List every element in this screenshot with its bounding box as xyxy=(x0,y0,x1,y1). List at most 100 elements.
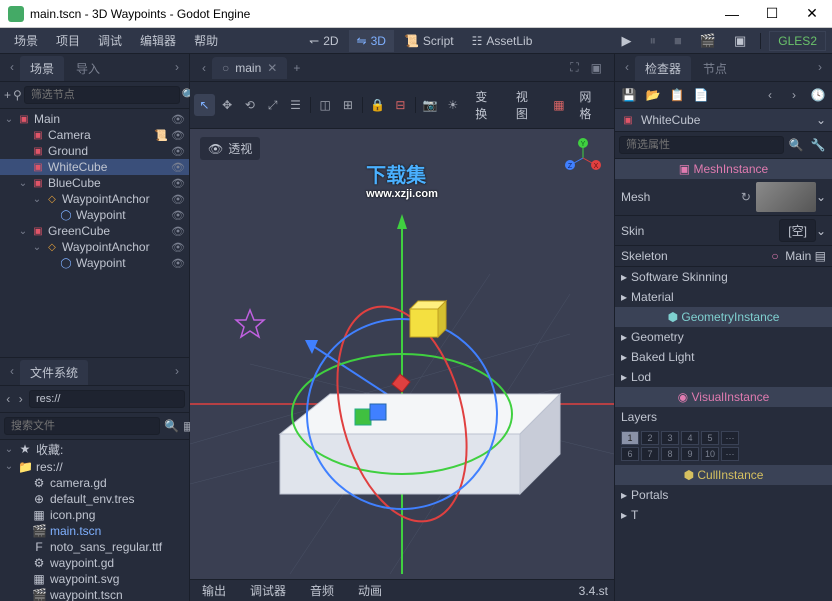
tab-output[interactable]: 输出 xyxy=(196,580,232,601)
tree-node-ground[interactable]: ▣Ground👁 xyxy=(0,143,189,159)
tree-node-waypointanchor[interactable]: ⌄◇WaypointAnchor👁 xyxy=(0,191,189,207)
stop-button[interactable]: ■ xyxy=(668,29,688,52)
scale-tool-icon[interactable]: ⤢ xyxy=(262,94,283,116)
fs-path-input[interactable] xyxy=(29,390,185,408)
mode-2d[interactable]: ↽ 2D xyxy=(301,30,346,52)
fs-item[interactable]: ⊕default_env.tres xyxy=(0,491,189,507)
tab-animation[interactable]: 动画 xyxy=(352,580,388,601)
tab-filesystem[interactable]: 文件系统 xyxy=(20,360,88,385)
play-custom-button[interactable]: ▣ xyxy=(728,29,752,53)
insp-history-icon[interactable]: 🕓 xyxy=(808,85,828,105)
prop-material[interactable]: ▸Material xyxy=(615,287,832,307)
tree-node-bluecube[interactable]: ⌄▣BlueCube👁 xyxy=(0,175,189,191)
tab-node[interactable]: 节点 xyxy=(693,56,737,81)
prop-lod[interactable]: ▸Lod xyxy=(615,367,832,387)
fs-item[interactable]: ⚙waypoint.gd xyxy=(0,555,189,571)
scene-tab-main[interactable]: ○ main ✕ xyxy=(212,57,287,79)
insp-history-fwd[interactable]: › xyxy=(784,85,804,105)
expand-viewport-icon[interactable]: ⛶ xyxy=(564,56,584,79)
sun-icon[interactable]: ☀ xyxy=(442,94,463,116)
group-icon[interactable]: ⊟ xyxy=(390,94,411,116)
layer-cell[interactable]: 6 xyxy=(621,447,639,461)
menu-editor[interactable]: 编辑器 xyxy=(132,28,184,53)
tab-debugger[interactable]: 调试器 xyxy=(244,580,292,601)
window-maximize-button[interactable] xyxy=(752,0,792,28)
pause-button[interactable]: ⏸ xyxy=(643,29,662,53)
grid-label[interactable]: 网格 xyxy=(571,85,610,125)
insp-copy-icon[interactable]: 📋 xyxy=(667,85,687,105)
prop-skeleton-value[interactable]: Main xyxy=(785,249,811,263)
fs-search-input[interactable] xyxy=(4,417,160,435)
layer-cell[interactable]: 7 xyxy=(641,447,659,461)
menu-debug[interactable]: 调试 xyxy=(90,28,130,53)
layer-cell[interactable]: 3 xyxy=(661,431,679,445)
fs-item[interactable]: ▦icon.png xyxy=(0,507,189,523)
fs-item[interactable]: ▦waypoint.svg xyxy=(0,571,189,587)
fs-fwd-button[interactable]: › xyxy=(17,389,26,409)
layers-grid[interactable]: 12345⋯678910⋯ xyxy=(615,427,832,465)
tree-node-waypoint[interactable]: ◯Waypoint👁 xyxy=(0,255,189,271)
menu-project[interactable]: 项目 xyxy=(48,28,88,53)
prop-t[interactable]: ▸T xyxy=(615,505,832,525)
fs-item[interactable]: ⌄★收藏: xyxy=(0,440,189,459)
dock-left-next[interactable]: › xyxy=(169,56,185,81)
layer-cell[interactable]: 9 xyxy=(681,447,699,461)
menu-help[interactable]: 帮助 xyxy=(186,28,226,53)
play-scene-button[interactable]: 🎬 xyxy=(694,29,722,53)
chevron-down-icon[interactable]: ⌄ xyxy=(816,113,826,127)
chevron-down-icon[interactable]: ⌄ xyxy=(816,190,826,204)
tab-import[interactable]: 导入 xyxy=(66,56,110,81)
filesystem-tree[interactable]: ⌄★收藏:⌄📁res:// ⚙camera.gd ⊕default_env.tr… xyxy=(0,440,189,601)
insp-tools-icon[interactable]: 🔧 xyxy=(808,135,828,155)
scene-tab-prev[interactable]: ‹ xyxy=(196,57,212,79)
tree-node-waypointanchor[interactable]: ⌄◇WaypointAnchor👁 xyxy=(0,239,189,255)
lock-icon[interactable]: 🔒 xyxy=(367,94,388,116)
fs-item[interactable]: 🎬waypoint.tscn xyxy=(0,587,189,601)
play-button[interactable]: ▶ xyxy=(615,29,637,53)
dock-left-prev[interactable]: ‹ xyxy=(4,56,20,81)
prop-software-skinning[interactable]: ▸Software Skinning xyxy=(615,267,832,287)
snap-icon[interactable]: ⊞ xyxy=(338,94,359,116)
renderer-selector[interactable]: GLES2 xyxy=(769,31,826,51)
mesh-preview[interactable] xyxy=(756,182,816,212)
insp-history-back[interactable]: ‹ xyxy=(760,85,780,105)
insp-save-icon[interactable]: 💾 xyxy=(619,85,639,105)
revert-icon[interactable]: ↻ xyxy=(736,187,756,207)
list-tool-icon[interactable]: ☰ xyxy=(285,94,306,116)
dock-right-next[interactable]: › xyxy=(812,56,828,81)
fs-next[interactable]: › xyxy=(169,360,185,385)
layer-cell[interactable]: 10 xyxy=(701,447,719,461)
axis-gizmo[interactable]: Y Z X xyxy=(562,137,604,179)
tree-node-greencube[interactable]: ⌄▣GreenCube👁 xyxy=(0,223,189,239)
fs-item[interactable]: ⚙camera.gd xyxy=(0,475,189,491)
section-meshinstance[interactable]: ▣ MeshInstance xyxy=(615,159,832,179)
section-cullinstance[interactable]: ⬢ CullInstance xyxy=(615,465,832,485)
prop-skin-value[interactable]: [空] xyxy=(779,219,816,242)
mode-3d[interactable]: ⇋ 3D xyxy=(349,30,394,52)
perspective-label[interactable]: 👁 透视 xyxy=(200,137,260,160)
prop-geometry[interactable]: ▸Geometry xyxy=(615,327,832,347)
layer-cell[interactable]: 8 xyxy=(661,447,679,461)
mode-assetlib[interactable]: ☷ AssetLib xyxy=(464,30,541,52)
layer-cell[interactable]: 1 xyxy=(621,431,639,445)
add-node-button[interactable]: + xyxy=(4,85,11,105)
camera-icon[interactable]: 📷 xyxy=(420,94,441,116)
grid-toggle-icon[interactable]: ▦ xyxy=(549,94,570,116)
close-icon[interactable]: ✕ xyxy=(267,61,277,75)
select-tool-icon[interactable]: ↖ xyxy=(194,94,215,116)
insp-search-icon[interactable]: 🔍 xyxy=(786,135,806,155)
transform-menu[interactable]: 变换 xyxy=(467,85,506,125)
fs-back-button[interactable]: ‹ xyxy=(4,389,13,409)
viewport-3d[interactable]: 👁 透视 Y Z X 下载集 www.xzji.com xyxy=(190,129,614,579)
fs-search-icon[interactable]: 🔍 xyxy=(164,416,179,436)
prop-baked-light[interactable]: ▸Baked Light xyxy=(615,347,832,367)
tab-audio[interactable]: 音频 xyxy=(304,580,340,601)
rotate-tool-icon[interactable]: ⟲ xyxy=(240,94,261,116)
layer-cell[interactable]: 2 xyxy=(641,431,659,445)
scene-tab-add[interactable]: + xyxy=(287,57,306,79)
section-geometryinstance[interactable]: ⬢ GeometryInstance xyxy=(615,307,832,327)
tab-inspector[interactable]: 检查器 xyxy=(635,56,691,81)
menu-scene[interactable]: 场景 xyxy=(6,28,46,53)
inspector-filter-input[interactable] xyxy=(619,136,784,154)
tree-node-whitecube[interactable]: ▣WhiteCube👁 xyxy=(0,159,189,175)
